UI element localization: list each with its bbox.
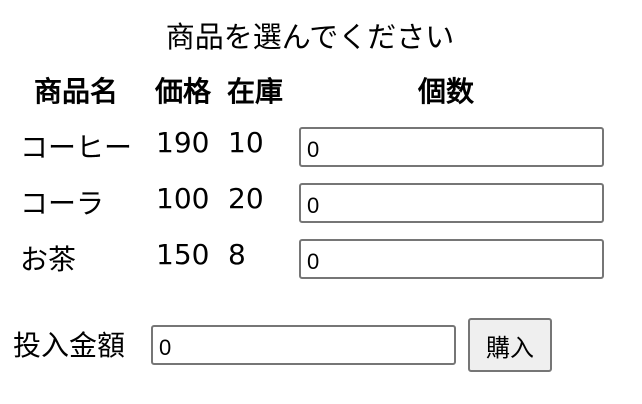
page-title: 商品を選んでください: [165, 20, 455, 54]
product-name: コーヒー: [20, 131, 133, 164]
product-price: 190: [156, 126, 210, 159]
amount-input[interactable]: [151, 325, 456, 365]
product-price: 150: [156, 238, 210, 271]
amount-label: 投入金額: [13, 329, 126, 362]
product-price: 100: [156, 182, 210, 215]
quantity-input[interactable]: [299, 239, 604, 279]
product-name: コーラ: [20, 187, 105, 220]
product-stock: 10: [228, 126, 264, 159]
header-stock: 在庫: [227, 75, 284, 108]
header-quantity: 個数: [418, 75, 475, 108]
header-product-name: 商品名: [34, 75, 119, 108]
product-name: お茶: [20, 243, 77, 276]
product-stock: 8: [228, 238, 246, 271]
product-stock: 20: [228, 182, 264, 215]
buy-button[interactable]: 購入: [468, 318, 552, 372]
header-price: 価格: [155, 75, 212, 108]
quantity-input[interactable]: [299, 127, 604, 167]
quantity-input[interactable]: [299, 183, 604, 223]
